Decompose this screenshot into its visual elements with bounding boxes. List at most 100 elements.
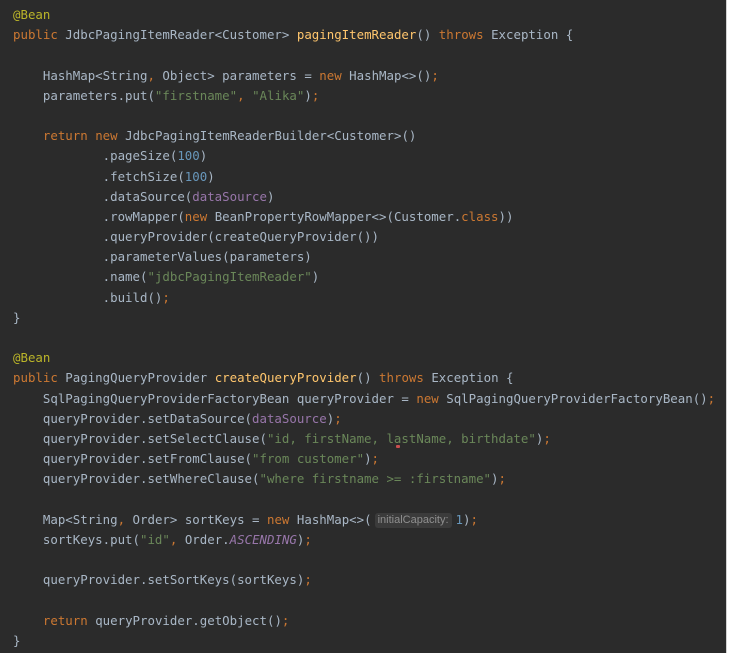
code-line[interactable] [13, 106, 715, 126]
method-name: pagingItemReader [296, 27, 417, 43]
code-line[interactable]: queryProvider.setSortKeys(sortKeys); [13, 570, 715, 590]
typo-marker [396, 445, 400, 448]
code-line[interactable]: HashMap<String, Object> parameters = new… [13, 66, 715, 86]
keyword-token: return [42, 612, 88, 628]
code-text: Exception { [423, 370, 514, 386]
code-line[interactable]: .fetchSize(100) [13, 167, 715, 187]
string-literal: "id" [139, 531, 170, 547]
punctuation-token: ; [311, 87, 320, 103]
number-literal: 1 [455, 511, 463, 527]
field-reference: dataSource [252, 410, 327, 426]
code-text: queryProvider.setFromClause( [13, 451, 253, 467]
punctuation-token: ; [304, 531, 312, 547]
code-line[interactable]: Map<String, Order> sortKeys = new HashMa… [13, 510, 715, 530]
code-line[interactable]: queryProvider.setFromClause("from custom… [13, 449, 715, 469]
code-text: queryProvider.setSelectClause( [13, 430, 267, 446]
punctuation-token: ; [470, 511, 478, 527]
code-line[interactable]: public PagingQueryProvider createQueryPr… [13, 368, 715, 388]
code-line[interactable] [13, 45, 715, 65]
code-line[interactable]: return new JdbcPagingItemReaderBuilder<C… [13, 126, 715, 146]
punctuation-token: ; [707, 390, 716, 406]
code-text: ) [491, 471, 499, 487]
keyword-token: throws [438, 27, 484, 43]
keyword-token: new [266, 511, 290, 527]
code-line[interactable] [13, 590, 715, 610]
code-line[interactable]: SqlPagingQueryProviderFactoryBean queryP… [13, 389, 715, 409]
keyword-token: public [13, 27, 58, 43]
code-line[interactable]: .pageSize(100) [13, 146, 715, 166]
code-text: queryProvider.setWhereClause( [13, 471, 260, 487]
code-line[interactable]: .dataSource(dataSource) [13, 187, 715, 207]
string-literal: "from customer" [252, 451, 365, 467]
code-line[interactable] [13, 328, 715, 348]
code-line[interactable]: parameters.put("firstname", "Alika"); [13, 86, 715, 106]
code-text: SqlPagingQueryProviderFactoryBean queryP… [13, 390, 417, 406]
keyword-token: new [319, 67, 342, 83]
code-text: .fetchSize( [13, 168, 185, 184]
code-text: () [416, 27, 439, 43]
code-text: ) [199, 148, 208, 164]
string-literal: "jdbcPagingItemReader" [147, 269, 312, 285]
code-text: .dataSource( [13, 188, 193, 204]
code-text: Order> sortKeys = [125, 511, 267, 527]
code-line[interactable]: queryProvider.setDataSource(dataSource); [13, 409, 715, 429]
code-line[interactable]: @Bean [13, 348, 715, 368]
punctuation-token: ; [371, 451, 380, 467]
code-text: .parameterValues(parameters) [13, 249, 312, 265]
code-text: JdbcPagingItemReaderBuilder<Customer>() [117, 128, 417, 144]
punctuation-token: ; [281, 612, 290, 628]
punctuation-token: , [237, 87, 245, 103]
code-line[interactable] [13, 490, 715, 510]
code-text: .rowMapper( [13, 208, 185, 224]
punctuation-token: , [117, 511, 126, 527]
punctuation-token: ; [498, 471, 506, 487]
code-text: } [13, 632, 21, 648]
code-text: sortKeys.put( [13, 531, 140, 547]
punctuation-token: ; [431, 67, 439, 83]
code-line[interactable]: .rowMapper(new BeanPropertyRowMapper<>(C… [13, 207, 715, 227]
code-text: Exception { [483, 27, 574, 43]
code-text: PagingQueryProvider [57, 370, 215, 386]
code-text: .queryProvider(createQueryProvider()) [13, 229, 379, 245]
keyword-token: class [461, 208, 499, 224]
code-text: parameters.put( [13, 87, 155, 103]
code-text: )) [498, 208, 514, 224]
code-text: ) [207, 168, 215, 184]
annotation-token: @Bean [13, 350, 51, 366]
code-text: ) [304, 87, 312, 103]
code-line[interactable]: queryProvider.setWhereClause("where firs… [13, 469, 715, 489]
code-text: HashMap<>( [289, 511, 372, 527]
code-line[interactable] [13, 550, 715, 570]
code-text: Object> parameters = [154, 67, 320, 83]
code-line[interactable]: } [13, 308, 715, 328]
punctuation-token: ; [334, 410, 342, 426]
code-line[interactable]: } [13, 631, 715, 651]
code-text: queryProvider.getObject() [87, 612, 282, 628]
code-text: Order. [177, 531, 230, 547]
code-area[interactable]: @Bean public JdbcPagingItemReader<Custome… [0, 0, 715, 651]
code-line[interactable]: sortKeys.put("id", Order.ASCENDING); [13, 530, 715, 550]
keyword-token: public [13, 370, 58, 386]
code-line[interactable]: .build(); [13, 288, 715, 308]
punctuation-token: , [147, 67, 155, 83]
code-line[interactable]: return queryProvider.getObject(); [13, 611, 715, 631]
code-line[interactable]: @Bean [13, 5, 715, 25]
string-literal: "where firstname >= :firstname" [259, 471, 492, 487]
code-line[interactable]: public JdbcPagingItemReader<Customer> pa… [13, 25, 715, 45]
number-literal: 100 [177, 148, 200, 164]
code-line[interactable]: .queryProvider(createQueryProvider()) [13, 227, 715, 247]
field-reference: dataSource [192, 188, 267, 204]
code-text: () [356, 370, 380, 386]
keyword-token: new [95, 128, 118, 144]
code-text: .name( [13, 269, 148, 285]
code-editor[interactable]: @Bean public JdbcPagingItemReader<Custome… [0, 0, 727, 653]
code-text: ) [266, 188, 275, 204]
code-line[interactable]: .name("jdbcPagingItemReader") [13, 267, 715, 287]
code-line[interactable]: .parameterValues(parameters) [13, 247, 715, 267]
code-line[interactable]: queryProvider.setSelectClause("id, first… [13, 429, 715, 449]
inlay-hint: initialCapacity: [374, 512, 452, 528]
code-text: Map<String [13, 511, 118, 527]
code-text: HashMap<>() [341, 67, 432, 83]
punctuation-token: ; [304, 572, 312, 588]
string-literal: "firstname" [154, 87, 238, 103]
